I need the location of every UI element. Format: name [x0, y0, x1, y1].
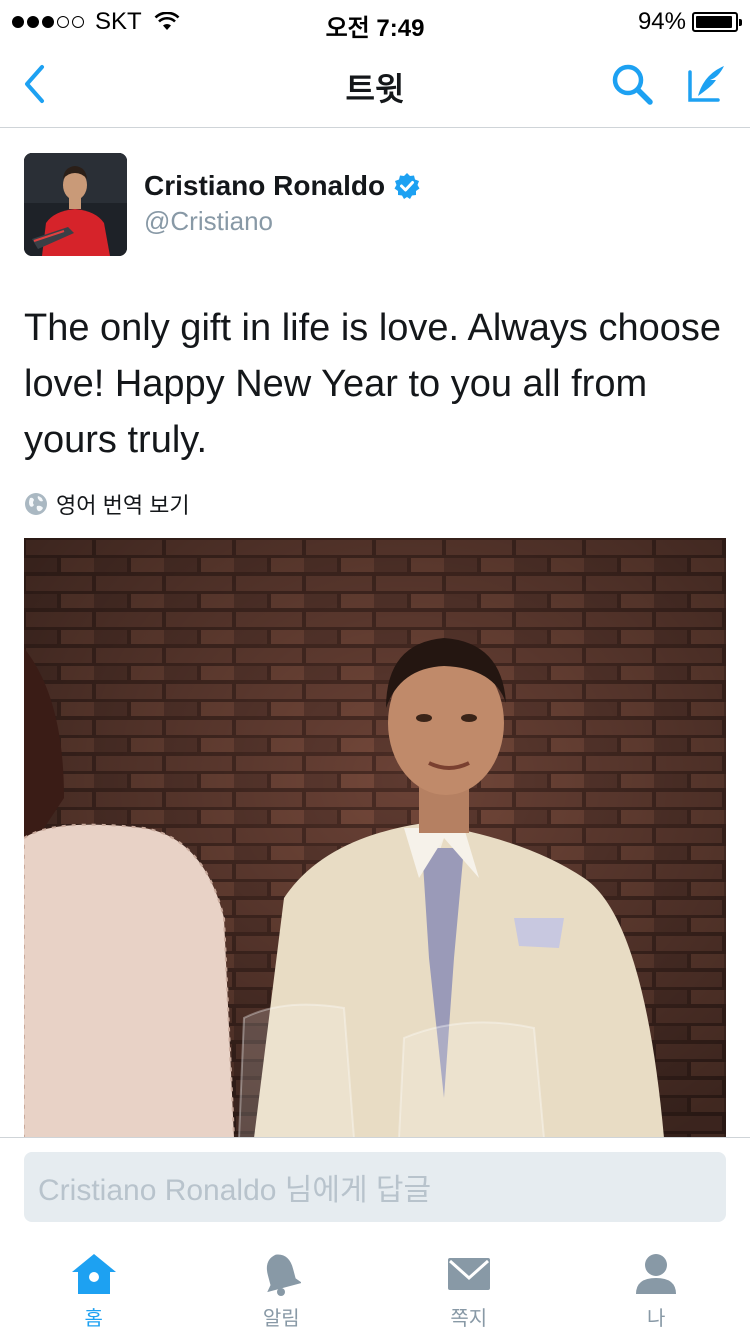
home-icon — [71, 1254, 116, 1294]
tab-home[interactable]: 홈 — [0, 1240, 188, 1334]
status-bar: SKT 오전 7:49 94% — [0, 0, 750, 42]
battery-percent: 94% — [637, 8, 686, 35]
mail-icon — [447, 1258, 490, 1290]
translate-link[interactable]: 영어 번역 보기 — [24, 488, 190, 520]
compose-icon — [688, 66, 724, 102]
search-button[interactable] — [606, 60, 658, 108]
user-name[interactable]: Cristiano Ronaldo — [144, 170, 421, 202]
battery-fill — [696, 16, 732, 28]
bell-icon — [267, 1254, 302, 1296]
translate-label: 영어 번역 보기 — [56, 493, 190, 518]
tab-messages-label: 쪽지 — [450, 1308, 488, 1330]
search-icon — [612, 64, 653, 105]
verified-badge-icon — [394, 173, 420, 199]
reply-divider — [0, 1137, 750, 1138]
globe-icon — [25, 493, 47, 515]
person-icon — [636, 1254, 677, 1294]
tweet-text: The only gift in life is love. Always ch… — [24, 307, 722, 461]
avatar-image — [24, 153, 127, 256]
nav-bar: 트윗 — [0, 40, 750, 128]
battery-icon — [692, 12, 742, 32]
tab-messages[interactable]: 쪽지 — [375, 1240, 563, 1334]
compose-button[interactable] — [680, 58, 732, 110]
user-handle[interactable]: @Cristiano — [144, 206, 273, 237]
tab-me[interactable]: 나 — [563, 1240, 750, 1334]
user-name-label: Cristiano Ronaldo — [144, 170, 386, 201]
avatar[interactable] — [24, 153, 127, 256]
tab-notifications[interactable]: 알림 — [188, 1240, 376, 1334]
reply-placeholder: Cristiano Ronaldo 님에게 답글 — [38, 1174, 432, 1207]
tweet-photo-image — [24, 538, 726, 1138]
tab-me-label: 나 — [647, 1308, 666, 1330]
reply-input[interactable]: Cristiano Ronaldo 님에게 답글 — [24, 1152, 726, 1222]
tab-home-label: 홈 — [84, 1308, 103, 1330]
tweet-photo[interactable] — [24, 538, 726, 1138]
tab-notifications-label: 알림 — [262, 1308, 300, 1330]
tab-bar: 홈 알림 쪽지 나 — [0, 1240, 750, 1334]
status-right: 94% — [637, 8, 742, 36]
